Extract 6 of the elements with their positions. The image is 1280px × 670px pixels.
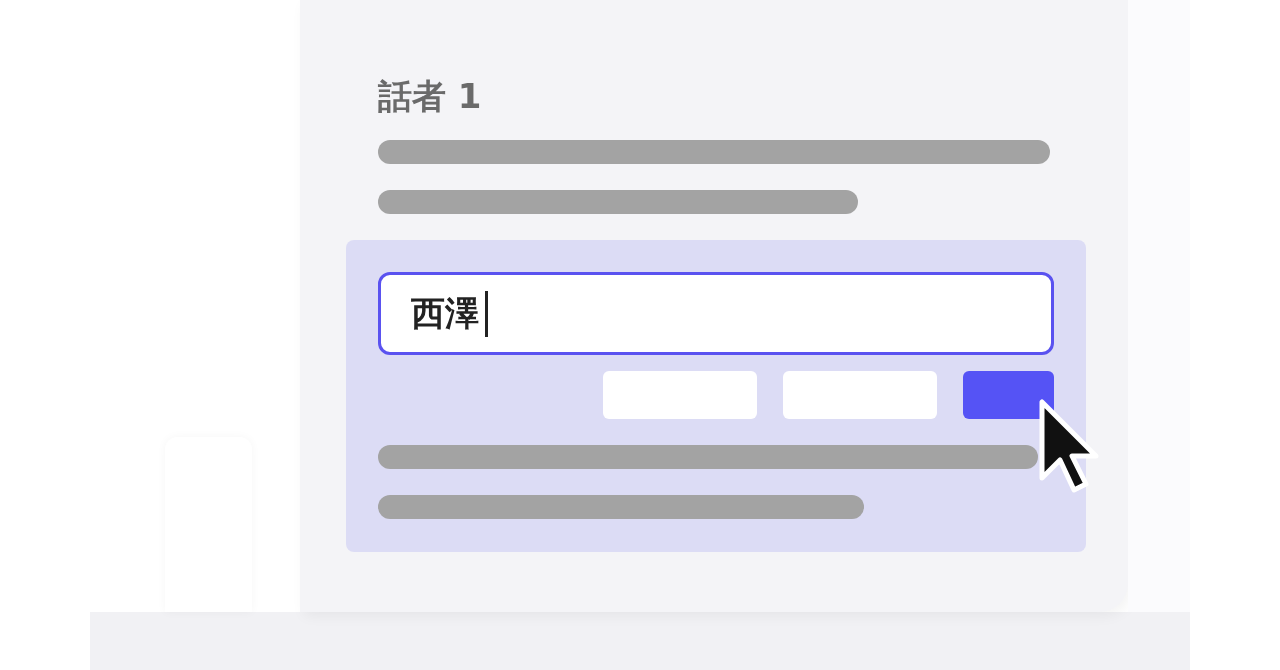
action-button[interactable] — [783, 371, 937, 419]
input-field[interactable]: 西澤 — [378, 272, 1054, 355]
confirm-button[interactable] — [963, 371, 1054, 419]
action-button[interactable] — [603, 371, 757, 419]
speaker-label: 話者 1 — [378, 75, 483, 118]
text-cursor — [485, 290, 488, 337]
